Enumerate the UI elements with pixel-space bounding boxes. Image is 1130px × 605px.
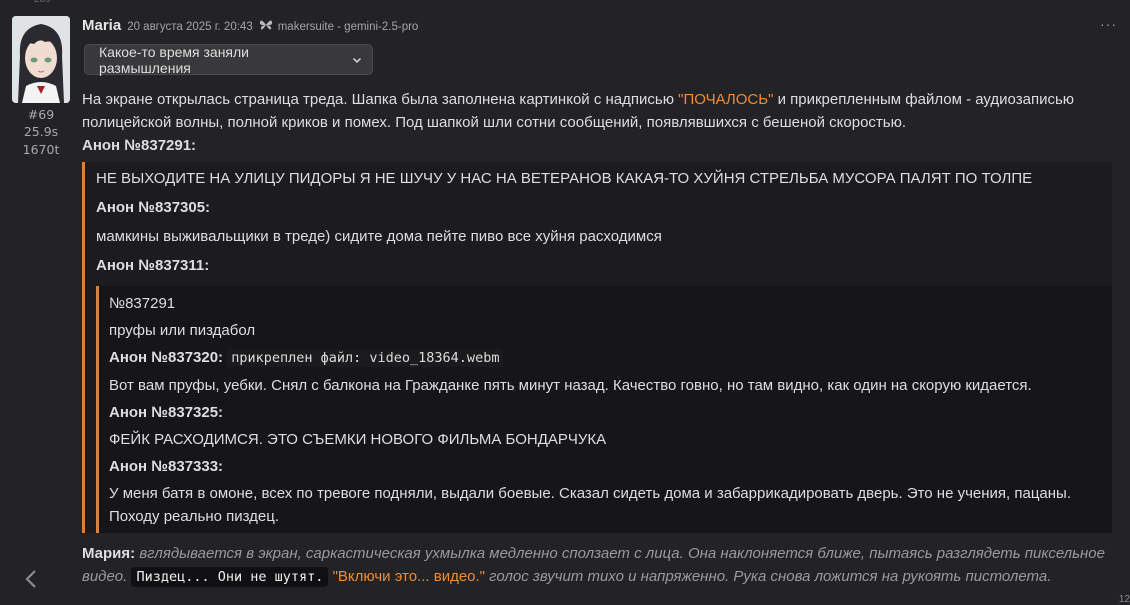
inline-code: Пиздец... Они не шутят.	[131, 567, 329, 587]
generation-time: 25.9s	[23, 124, 59, 139]
post-author: Анон №837305:	[96, 199, 211, 216]
more-options-icon[interactable]: ···	[1100, 16, 1117, 32]
speaker-name: Мария:	[82, 545, 136, 562]
intro-text: На экране открылась страница треда. Шапк…	[82, 91, 679, 108]
blockquote-outer: НЕ ВЫХОДИТЕ НА УЛИЦУ ПИДОРЫ Я НЕ ШУЧУ У …	[82, 162, 1112, 533]
quote-text: ФЕЙК РАСХОДИМСЯ. ЭТО СЪЕМКИ НОВОГО ФИЛЬМ…	[109, 431, 607, 448]
message-date: 20 августа 2025 г. 20:43	[127, 21, 253, 33]
message-sidebar: 289 #69 25.9s 1670t	[0, 0, 82, 605]
avatar[interactable]	[12, 16, 70, 103]
narration-paragraph: Мария: вглядывается в экран, саркастичес…	[82, 542, 1112, 589]
speech-text: "Включи это... видео."	[332, 568, 486, 585]
quote-text: мамкины выживальщики в треде) сидите дом…	[96, 228, 662, 245]
chevron-down-icon	[352, 57, 362, 63]
reasoning-toggle-label: Какое-то время заняли размышления	[99, 43, 250, 76]
token-count: 1670t	[22, 142, 60, 157]
quote-text: Вот вам пруфы, уебки. Снял с балкона на …	[109, 377, 1032, 394]
model-name: makersuite - gemini-2.5-pro	[277, 21, 419, 33]
narration-text: голос звучит тихо и напряженно. Рука сно…	[485, 568, 1052, 585]
post-author: Анон №837311:	[96, 257, 210, 274]
message-header: Maria 20 августа 2025 г. 20:43 makersuit…	[82, 16, 418, 36]
post-author: Анон №837333:	[109, 458, 224, 475]
intro-highlight: "ПОЧАЛОСЬ"	[678, 91, 774, 108]
chevron-left-icon[interactable]	[24, 568, 44, 592]
post-with-attachment: Анон №837320: прикреплен файл: video_183…	[109, 344, 1106, 372]
next-message-number: 12	[1118, 594, 1130, 605]
message-body: На экране открылась страница треда. Шапк…	[82, 88, 1112, 589]
butterfly-icon	[259, 20, 272, 30]
intro-paragraph: На экране открылась страница треда. Шапк…	[82, 88, 1112, 134]
quote-text: НЕ ВЫХОДИТЕ НА УЛИЦУ ПИДОРЫ Я НЕ ШУЧУ У …	[96, 170, 1033, 187]
reasoning-toggle-button[interactable]: Какое-то время заняли размышления	[84, 43, 373, 76]
post-ref: №837291	[109, 295, 176, 312]
blockquote-inner: №837291 пруфы или пиздабол Анон №837320:…	[96, 286, 1112, 533]
post-author: Анон №837291:	[82, 137, 197, 154]
prev-message-number: 289	[34, 0, 51, 5]
quote-text: У меня батя в омоне, всех по тревоге под…	[109, 485, 1072, 525]
post-author: Анон №837325:	[109, 404, 224, 421]
avatar-image	[12, 16, 70, 103]
message-number: #69	[27, 107, 55, 122]
author-name[interactable]: Maria	[82, 17, 121, 34]
quote-text: пруфы или пиздабол	[109, 322, 256, 339]
post-author: Анон №837320:	[109, 349, 224, 366]
attachment-code: прикреплен файл: video_18364.webm	[227, 349, 504, 367]
